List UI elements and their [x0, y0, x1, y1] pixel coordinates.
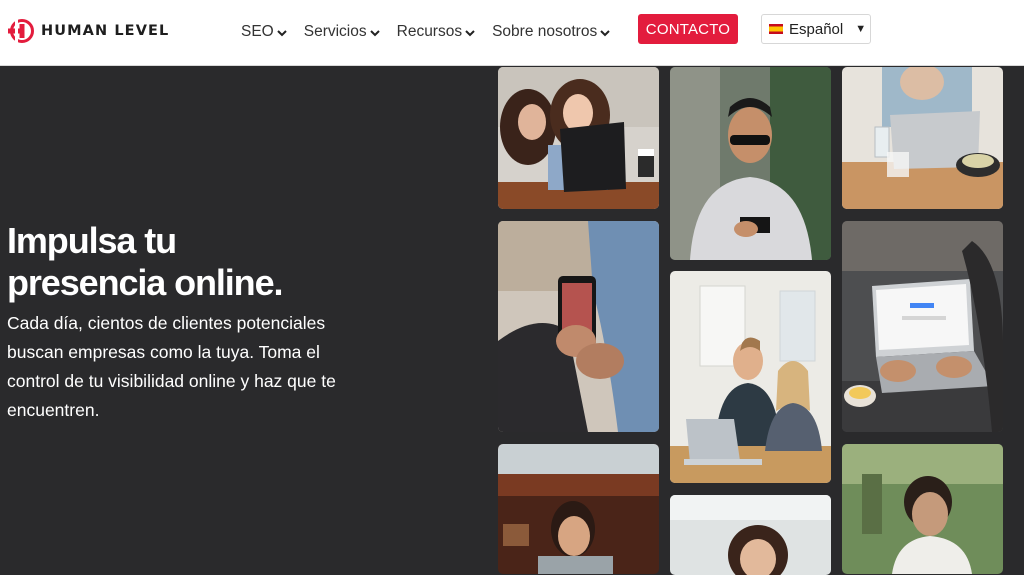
- photo-phone-hands: [498, 221, 659, 432]
- nav-item-servicios[interactable]: Servicios: [304, 23, 380, 41]
- photo-couple-laptop: [670, 271, 831, 483]
- chevron-down-icon: [277, 30, 287, 37]
- spain-flag-icon: [769, 24, 783, 34]
- hero-description: Cada día, cientos de clientes potenciale…: [7, 313, 336, 420]
- hero-title-line-1: Impulsa tu: [7, 220, 177, 261]
- photo-laptop-google: [842, 221, 1003, 432]
- nav-item-label: Recursos: [396, 23, 463, 40]
- dropdown-arrow-icon: ▼: [855, 23, 867, 35]
- language-selected: Español: [789, 20, 844, 38]
- nav-item-seo[interactable]: SEO: [241, 23, 287, 41]
- chevron-down-icon: [465, 30, 475, 37]
- contact-button[interactable]: CONTACTO: [638, 14, 738, 44]
- photo-woman-bottom: [670, 495, 831, 575]
- photo-man-sunglasses: [670, 67, 831, 260]
- chevron-down-icon: [600, 30, 610, 37]
- language-selector[interactable]: Español ▼: [761, 14, 871, 44]
- nav-item-label: Sobre nosotros: [492, 23, 598, 40]
- human-level-logo-icon: [8, 18, 34, 44]
- chevron-down-icon: [369, 30, 380, 37]
- nav-item-sobre-nosotros[interactable]: Sobre nosotros: [492, 23, 610, 41]
- photo-man-outdoor: [842, 444, 1003, 574]
- logo[interactable]: HUMAN LEVEL: [8, 17, 169, 45]
- logo-text: HUMAN LEVEL: [41, 23, 170, 39]
- nav-item-label: SEO: [241, 23, 274, 40]
- photo-women-laptop: [498, 67, 659, 209]
- site-header: HUMAN LEVEL SEO Servicios Recursos Sobre…: [0, 0, 1024, 66]
- nav-item-recursos[interactable]: Recursos: [397, 23, 475, 41]
- photo-desk-laptop-food: [842, 67, 1003, 209]
- main-nav: SEO Servicios Recursos Sobre nosotros: [241, 23, 627, 41]
- photo-man-smiling: [498, 444, 659, 574]
- nav-item-label: Servicios: [303, 23, 367, 40]
- hero-title: Impulsa tu presencia online.: [7, 220, 427, 304]
- hero-title-line-2: presencia online.: [7, 262, 284, 303]
